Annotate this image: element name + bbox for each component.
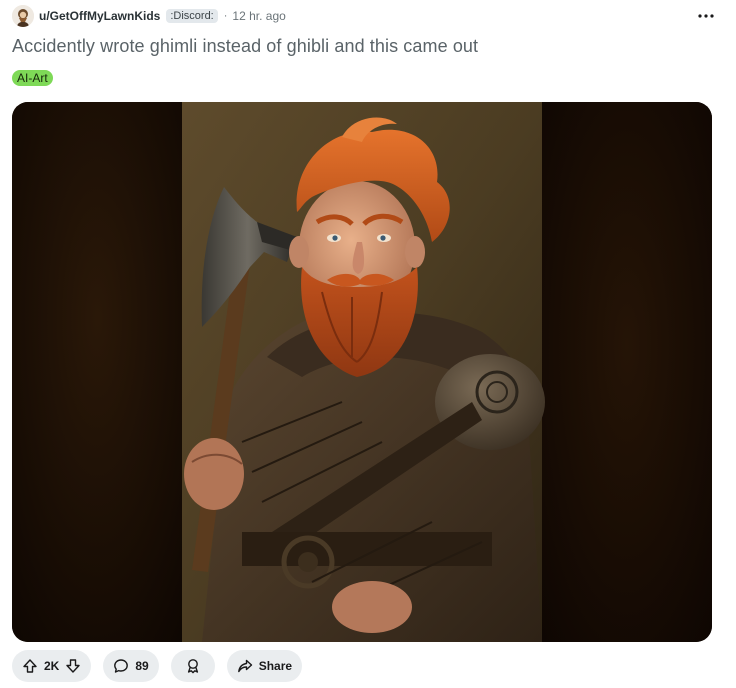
vote-count: 2K: [44, 659, 60, 673]
comment-bubble-icon: [114, 659, 129, 673]
post-timestamp: 12 hr. ago: [232, 9, 286, 23]
award-icon: [187, 659, 198, 674]
more-options-icon: [698, 14, 714, 18]
downvote-arrow-icon: [66, 659, 81, 673]
meta-separator: ·: [223, 10, 228, 22]
upvote-arrow-icon: [23, 659, 37, 673]
comment-icon-wrap: [113, 658, 129, 674]
post-flair-tag[interactable]: AI-Art: [12, 70, 53, 86]
post-image[interactable]: [12, 102, 712, 642]
vote-control: 2K: [12, 650, 92, 682]
share-label: Share: [258, 659, 293, 673]
comments-button[interactable]: 89: [103, 650, 159, 682]
downvote-button[interactable]: [65, 658, 81, 674]
more-options-button[interactable]: [694, 4, 718, 28]
award-icon-wrap: [185, 658, 201, 674]
share-icon-wrap: [237, 658, 253, 674]
author-avatar[interactable]: [12, 5, 34, 27]
avatar-image: [12, 5, 34, 27]
author-link[interactable]: u/GetOffMyLawnKids: [39, 9, 160, 23]
award-button[interactable]: [170, 650, 215, 682]
user-flair: :Discord:: [166, 9, 218, 23]
share-button[interactable]: Share: [226, 650, 303, 682]
dwarf-portrait-image: [12, 102, 712, 642]
share-arrow-icon: [237, 659, 252, 673]
comment-count: 89: [135, 659, 149, 673]
post-header: u/GetOffMyLawnKids :Discord: · 12 hr. ag…: [12, 4, 724, 28]
upvote-button[interactable]: [22, 658, 38, 674]
post-title[interactable]: Accidently wrote ghimli instead of ghibl…: [12, 36, 478, 57]
post-actions-bar: 2K 89 Share: [12, 650, 314, 682]
